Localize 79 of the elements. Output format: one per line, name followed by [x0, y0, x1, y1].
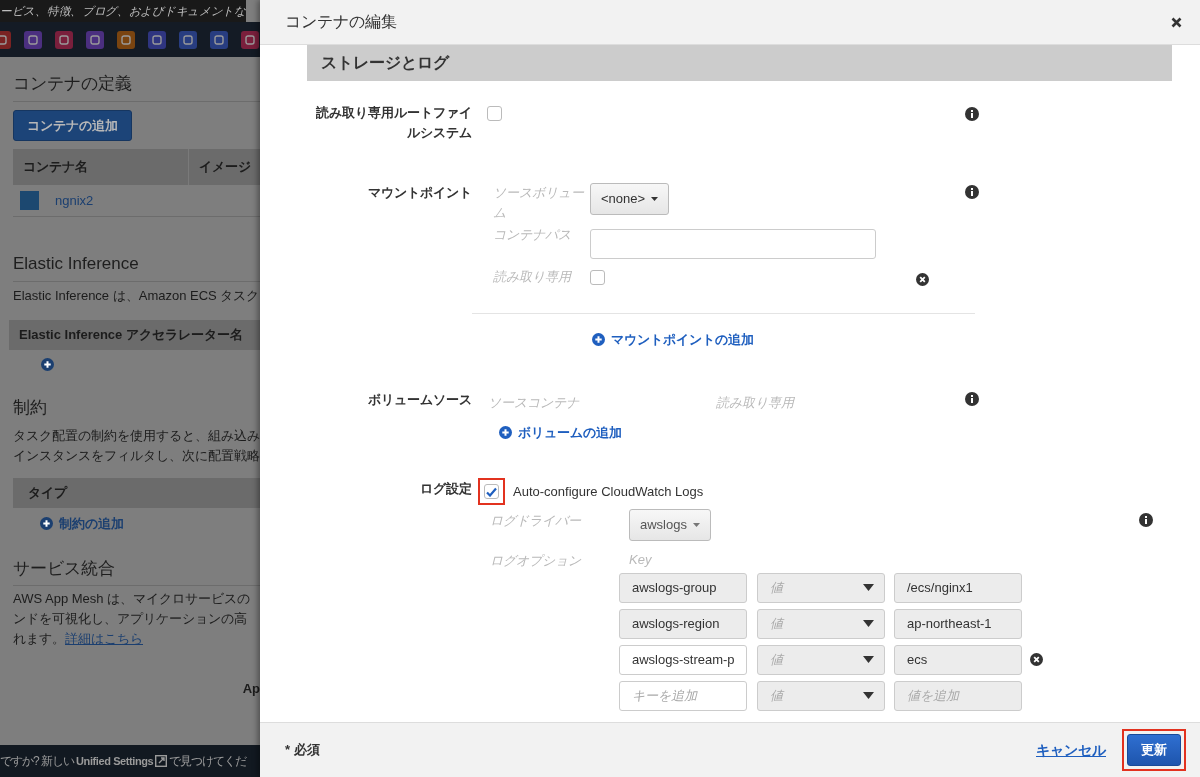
- info-icon[interactable]: [965, 185, 979, 199]
- service-icon[interactable]: [210, 30, 228, 49]
- log-driver-select[interactable]: awslogs: [629, 509, 711, 541]
- glyph-icon: [183, 34, 193, 45]
- close-icon[interactable]: [1171, 16, 1182, 28]
- plus-icon: [499, 425, 512, 439]
- info-icon[interactable]: [965, 107, 979, 121]
- plus-icon: [41, 357, 54, 371]
- caret-icon: [863, 692, 874, 699]
- column-header: Key: [628, 550, 653, 569]
- glyph-icon: [152, 34, 162, 45]
- container-path-field[interactable]: [590, 229, 876, 259]
- remove-icon[interactable]: [1030, 653, 1043, 666]
- column-header: コンテナ名: [13, 149, 189, 185]
- glyph-icon: [214, 34, 224, 45]
- glyph-icon: [59, 34, 69, 45]
- service-icon[interactable]: [86, 30, 104, 49]
- truncated-text: Ap: [241, 680, 260, 698]
- info-icon[interactable]: [1139, 513, 1153, 527]
- glyph-icon: [121, 34, 131, 45]
- field-label: 読み取り専用ルートファイルシステム: [315, 104, 472, 142]
- field-label: マウントポイント: [367, 184, 472, 202]
- caret-icon: [692, 522, 700, 527]
- section-description: AWS App Mesh は、マイクロサービスの ンドを可視化し、アプリケーションの高 れます。詳細はこちら: [13, 590, 252, 648]
- section-description: Elastic Inference は、Amazon ECS タスク: [13, 286, 260, 305]
- column-header: 読み取り専用: [715, 393, 794, 412]
- dialog-title: コンテナの編集: [285, 12, 397, 32]
- source-volume-select[interactable]: <none>: [590, 183, 670, 215]
- service-icon[interactable]: [117, 30, 135, 49]
- service-icon[interactable]: [241, 30, 259, 49]
- banner-text: ービス、特徴、ブログ、およびドキュメントな: [0, 0, 246, 22]
- column-header: イメージ: [198, 158, 252, 176]
- checkbox[interactable]: [487, 106, 502, 121]
- container-icon: [20, 191, 39, 210]
- table-header: Elastic Inference アクセラレーター名: [9, 319, 260, 350]
- table-header: タイプ: [13, 478, 260, 508]
- plus-icon: [592, 333, 605, 347]
- service-icon[interactable]: [179, 30, 197, 49]
- cancel-link[interactable]: キャンセル: [1036, 739, 1106, 761]
- checkbox-label: Auto-configure CloudWatch Logs: [513, 482, 704, 501]
- field-label: ログ設定: [419, 480, 472, 498]
- service-icon[interactable]: [55, 30, 73, 49]
- glyph-icon: [90, 34, 100, 45]
- check-icon: [486, 486, 497, 497]
- value-field[interactable]: ecs: [894, 644, 1022, 675]
- required-note: * 必須: [285, 741, 320, 760]
- column-header: ソースコンテナ: [487, 393, 581, 412]
- field-label: コンテナパス: [492, 226, 572, 244]
- caret-icon: [863, 584, 874, 591]
- key-field[interactable]: awslogs-stream-p: [619, 644, 747, 675]
- service-icon[interactable]: [148, 30, 166, 49]
- glyph-icon: [0, 34, 7, 45]
- settings-text: で見つけてくだ: [169, 753, 247, 770]
- checkbox[interactable]: [484, 484, 499, 499]
- glyph-icon: [28, 34, 38, 45]
- section-description: タスク配置の制約を使用すると、組み込み インスタンスをフィルタし、次に配置戦略: [13, 427, 260, 465]
- plus-icon: [40, 517, 53, 531]
- add-volume-link[interactable]: ボリュームの追加: [499, 422, 622, 442]
- caret-icon: [863, 656, 874, 663]
- field-label: 読み取り専用: [492, 268, 573, 286]
- checkbox[interactable]: [590, 270, 605, 285]
- section-heading: 制約: [13, 396, 48, 419]
- settings-link[interactable]: Unified Settings: [76, 752, 154, 770]
- info-icon[interactable]: [965, 391, 979, 406]
- external-link-icon: [155, 755, 168, 767]
- field-label: ログオプション: [489, 551, 582, 570]
- service-icon[interactable]: [24, 30, 42, 49]
- key-field[interactable]: キーを追加: [619, 680, 747, 711]
- section-header: ストレージとログ: [307, 45, 1172, 81]
- add-mount-point-link[interactable]: マウントポイントの追加: [592, 330, 754, 350]
- caret-icon: [651, 196, 659, 201]
- glyph-icon: [245, 34, 255, 45]
- add-container-button[interactable]: コンテナの追加: [13, 109, 132, 141]
- field-label: ボリュームソース: [367, 390, 472, 409]
- caret-icon: [863, 620, 874, 627]
- settings-text: ですか? 新しい: [0, 753, 74, 770]
- update-button[interactable]: 更新: [1127, 734, 1181, 766]
- value-field[interactable]: 値を追加: [894, 680, 1022, 711]
- remove-icon[interactable]: [916, 273, 929, 286]
